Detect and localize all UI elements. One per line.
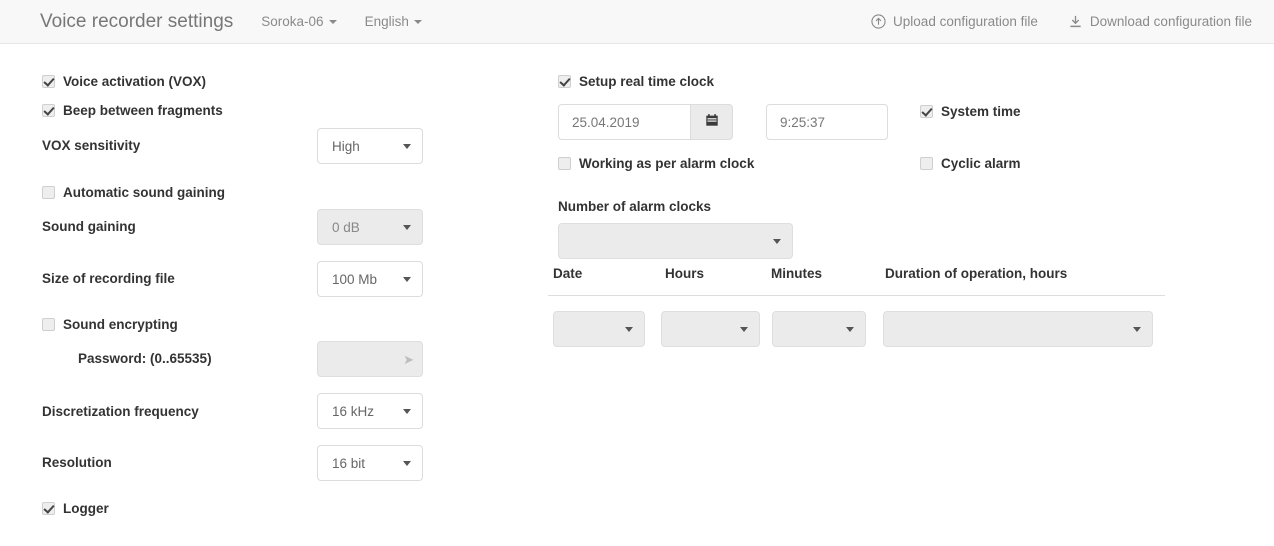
download-icon <box>1068 14 1083 29</box>
device-selector-label: Soroka-06 <box>261 14 324 29</box>
system-time-label: System time <box>941 104 1021 119</box>
chevron-down-icon <box>413 19 422 24</box>
chevron-down-icon <box>846 327 854 332</box>
chevron-down-icon <box>740 327 748 332</box>
alarm-minutes-select[interactable] <box>772 311 866 347</box>
working-as-per-alarm-clock-checkbox-row[interactable]: Working as per alarm clock <box>558 156 754 171</box>
chevron-down-icon <box>328 19 337 24</box>
upload-configuration-file-label: Upload configuration file <box>893 14 1038 29</box>
working-as-per-alarm-clock-checkbox[interactable] <box>558 157 571 170</box>
cyclic-alarm-checkbox[interactable] <box>920 157 933 170</box>
date-input[interactable]: 25.04.2019 <box>558 104 690 140</box>
alarm-duration-select[interactable] <box>883 311 1153 347</box>
cyclic-alarm-checkbox-row[interactable]: Cyclic alarm <box>920 156 1021 171</box>
alarm-hours-select[interactable] <box>661 311 760 347</box>
table-row <box>548 296 1165 347</box>
page-title: Voice recorder settings <box>40 10 234 32</box>
setup-real-time-clock-checkbox-row[interactable]: Setup real time clock <box>558 74 714 89</box>
date-input-group: 25.04.2019 <box>558 104 733 140</box>
upload-circle-icon <box>871 14 886 29</box>
system-time-checkbox[interactable] <box>920 105 933 118</box>
column-header-date: Date <box>553 266 583 281</box>
calendar-icon <box>705 113 719 132</box>
column-header-minutes: Minutes <box>771 266 823 281</box>
alarm-clock-table: Date Hours Minutes Duration of operation… <box>548 266 1165 347</box>
cyclic-alarm-label: Cyclic alarm <box>941 156 1021 171</box>
chevron-down-icon <box>1133 327 1141 332</box>
alarm-date-select[interactable] <box>553 311 645 347</box>
app-header: Voice recorder settings Soroka-06 Englis… <box>0 0 1274 44</box>
device-selector[interactable]: Soroka-06 <box>261 14 337 29</box>
setup-real-time-clock-label: Setup real time clock <box>579 74 715 89</box>
working-as-per-alarm-clock-label: Working as per alarm clock <box>579 156 755 171</box>
chevron-down-icon <box>773 239 781 244</box>
alarm-table-header: Date Hours Minutes Duration of operation… <box>548 266 1165 296</box>
language-selector-label: English <box>364 14 409 29</box>
column-header-duration: Duration of operation, hours <box>885 266 1068 281</box>
system-time-checkbox-row[interactable]: System time <box>920 104 1021 119</box>
number-of-alarm-clocks-label: Number of alarm clocks <box>558 199 712 214</box>
header-right-group: Upload configuration file Download confi… <box>841 0 1252 43</box>
language-selector[interactable]: English <box>365 14 422 29</box>
upload-configuration-file-button[interactable]: Upload configuration file <box>871 14 1038 29</box>
setup-real-time-clock-checkbox[interactable] <box>558 75 571 88</box>
column-header-hours: Hours <box>665 266 705 281</box>
right-settings-column: Setup real time clock 25.04.2019 9:25:37… <box>0 44 1274 546</box>
number-of-alarm-clocks-select[interactable] <box>558 223 793 259</box>
header-left-group: Voice recorder settings Soroka-06 Englis… <box>40 0 422 43</box>
download-configuration-file-label: Download configuration file <box>1089 14 1252 29</box>
calendar-button[interactable] <box>690 104 733 140</box>
time-input[interactable]: 9:25:37 <box>766 104 888 140</box>
chevron-down-icon <box>625 327 633 332</box>
download-configuration-file-button[interactable]: Download configuration file <box>1068 14 1252 29</box>
